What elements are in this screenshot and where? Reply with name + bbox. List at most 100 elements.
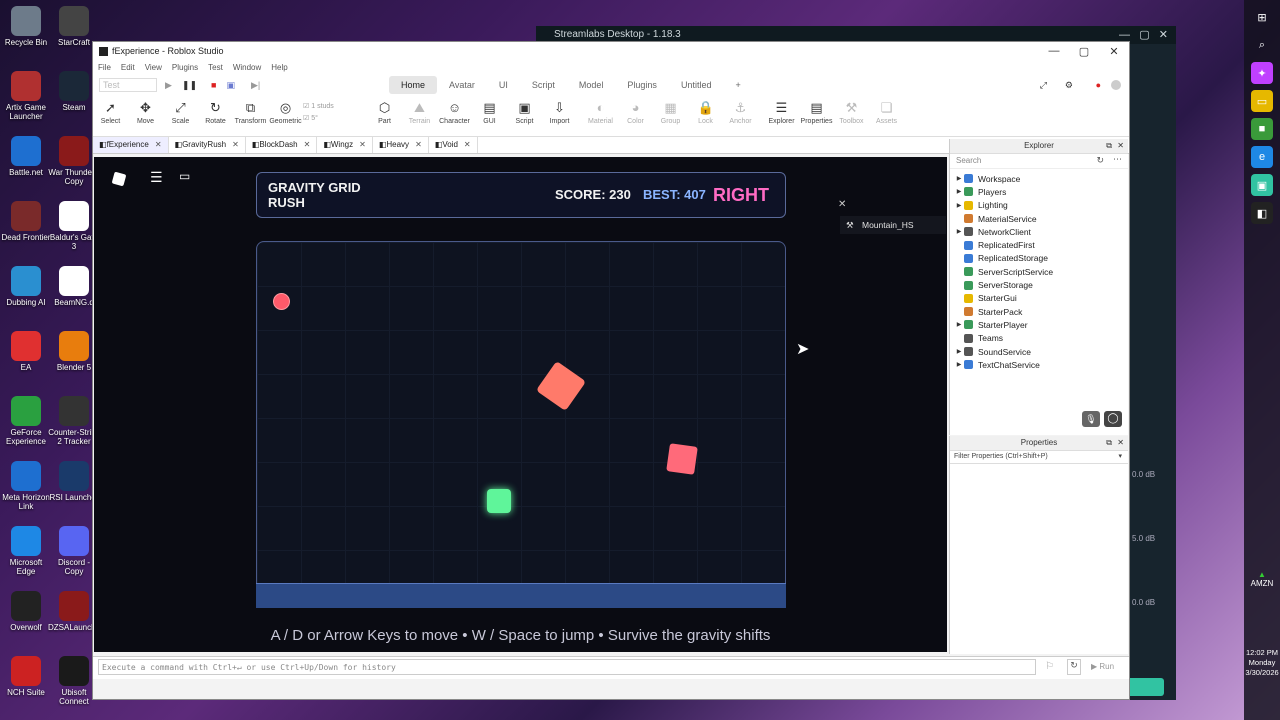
ribbon-color-button[interactable]: ◕ Color — [618, 100, 653, 125]
step-icon[interactable]: ▶| — [251, 80, 260, 91]
explorer-item-materialservice[interactable]: MaterialService — [954, 212, 1128, 225]
menu-file[interactable]: File — [98, 63, 111, 72]
copilot-icon[interactable]: ✦ — [1251, 62, 1273, 84]
minimize-button[interactable]: — — [1039, 45, 1069, 58]
ribbon-anchor-button[interactable]: ⚓ Anchor — [723, 100, 758, 125]
desktop-icon-recycle-bin[interactable]: Recycle Bin — [0, 6, 52, 47]
ribbon-explorer-button[interactable]: ☰ Explorer — [764, 100, 799, 125]
streamlabs-taskbar-icon[interactable]: ▣ — [1251, 174, 1273, 196]
tab-close-icon[interactable]: ✕ — [415, 137, 422, 153]
tab-close-icon[interactable]: ✕ — [304, 137, 311, 153]
explorer-item-textchatservice[interactable]: ▶ TextChatService — [954, 358, 1128, 371]
expand-arrow-icon[interactable]: ▶ — [954, 188, 964, 195]
properties-filter-input[interactable]: Filter Properties (Ctrl+Shift+P) — [954, 453, 1048, 460]
ribbon-select-button[interactable]: ➚ Select — [93, 100, 128, 125]
chat-icon[interactable]: ▭ — [179, 169, 190, 183]
notification-icon[interactable]: ● — [1096, 80, 1101, 90]
menu-edit[interactable]: Edit — [121, 63, 135, 72]
search-icon[interactable]: ⌕ — [1251, 34, 1273, 56]
pause-icon[interactable]: ❚❚ — [182, 80, 197, 91]
doc-tab-wingz[interactable]: ◧ Wingz ✕ — [317, 137, 373, 153]
play-icon[interactable]: ▶ — [165, 80, 172, 91]
tab-close-icon[interactable]: ✕ — [232, 137, 239, 153]
explorer-item-serverstorage[interactable]: ServerStorage — [954, 278, 1128, 291]
more-icon[interactable]: ⋯ — [1113, 154, 1122, 165]
menu-view[interactable]: View — [145, 63, 162, 72]
ribbon-move-button[interactable]: ✥ Move — [128, 100, 163, 125]
explorer-item-starterpack[interactable]: StarterPack — [954, 305, 1128, 318]
expand-arrow-icon[interactable]: ▶ — [954, 361, 964, 368]
tab-home[interactable]: Home — [389, 76, 438, 94]
doc-tab-void[interactable]: ◧ Void ✕ — [429, 137, 478, 153]
doc-tab-blockdash[interactable]: ◧ BlockDash ✕ — [246, 137, 318, 153]
explorer-item-replicatedstorage[interactable]: ReplicatedStorage — [954, 252, 1128, 265]
rotate-step-value[interactable]: 5° — [311, 115, 318, 122]
menu-window[interactable]: Window — [233, 63, 261, 72]
command-input[interactable]: Execute a command with Ctrl+↵ or use Ctr… — [98, 659, 1036, 675]
explorer-search[interactable]: Search ↻ ⋯ — [950, 154, 1128, 169]
microphone-icon[interactable]: 🎙 — [1082, 411, 1100, 427]
ribbon-properties-button[interactable]: ▤ Properties — [799, 100, 834, 125]
maximize-button[interactable]: ▢ — [1069, 45, 1099, 58]
studs-value[interactable]: 1 studs — [311, 103, 334, 110]
hamburger-menu-icon[interactable]: ☰ — [150, 169, 163, 186]
desktop-icon-dubbing-ai[interactable]: Dubbing AI — [0, 266, 52, 307]
voice-settings-icon[interactable]: ◯ — [1104, 411, 1122, 427]
stock-widget[interactable]: ▲ AMZN — [1244, 570, 1280, 588]
desktop-icon-geforce-experience[interactable]: GeForce Experience — [0, 396, 52, 446]
ribbon-geometric-button[interactable]: ◎ Geometric — [268, 100, 303, 125]
ribbon-scale-button[interactable]: ⤢ Scale — [163, 100, 198, 125]
menu-plugins[interactable]: Plugins — [172, 63, 198, 72]
roblox-menu-icon[interactable] — [111, 171, 127, 187]
explorer-item-lighting[interactable]: ▶ Lighting — [954, 199, 1128, 212]
game-viewport[interactable]: ☰ ▭ GRAVITY GRID RUSH SCORE: 230 BEST: 4… — [94, 157, 947, 652]
explorer-popout-icon[interactable]: ⧉ — [1106, 139, 1112, 153]
explorer-item-starterplayer[interactable]: ▶ StarterPlayer — [954, 318, 1128, 331]
mode-select[interactable]: Test — [99, 78, 157, 92]
player-list-close-icon[interactable]: ✕ — [838, 199, 846, 210]
desktop-icon-microsoft-edge[interactable]: Microsoft Edge — [0, 526, 52, 576]
expand-arrow-icon[interactable]: ▶ — [954, 202, 964, 209]
roblox-studio-taskbar-icon[interactable]: ◧ — [1251, 202, 1273, 224]
menu-test[interactable]: Test — [208, 63, 223, 72]
client-server-icon[interactable]: ▣ — [226, 80, 235, 91]
properties-popout-icon[interactable]: ⧉ — [1106, 436, 1112, 450]
tab-close-icon[interactable]: ✕ — [359, 137, 366, 153]
tab-[interactable]: + — [723, 76, 752, 94]
file-explorer-icon[interactable]: ▭ — [1251, 90, 1273, 112]
desktop-icon-dead-frontier[interactable]: Dead Frontier — [0, 201, 52, 242]
run-button[interactable]: ▶ Run — [1091, 662, 1114, 671]
close-button[interactable]: ✕ — [1099, 45, 1129, 58]
doc-tab-heavy[interactable]: ◧ Heavy ✕ — [373, 137, 429, 153]
edge-icon[interactable]: e — [1251, 146, 1273, 168]
ribbon-rotate-button[interactable]: ↻ Rotate — [198, 100, 233, 125]
bookmark-icon[interactable]: ⚐ — [1045, 661, 1054, 672]
ribbon-gui-button[interactable]: ▤ GUI — [472, 100, 507, 125]
ribbon-material-button[interactable]: ◐ Material — [583, 100, 618, 125]
desktop-icon-meta-horizon-link[interactable]: Meta Horizon Link — [0, 461, 52, 511]
history-icon[interactable]: ↻ — [1096, 155, 1104, 166]
windows-start-icon[interactable]: ⊞ — [1251, 6, 1273, 28]
desktop-icon-artix-game-launcher[interactable]: Artix Game Launcher — [0, 71, 52, 121]
explorer-item-players[interactable]: ▶ Players — [954, 185, 1128, 198]
ribbon-group-button[interactable]: ▦ Group — [653, 100, 688, 125]
tab-close-icon[interactable]: ✕ — [155, 137, 162, 153]
expand-arrow-icon[interactable]: ▶ — [954, 348, 964, 355]
collaborate-icon[interactable]: ⚙ — [1065, 80, 1073, 91]
desktop-icon-overwolf[interactable]: Overwolf — [0, 591, 52, 632]
avatar[interactable] — [1111, 80, 1121, 90]
tab-plugins[interactable]: Plugins — [615, 76, 669, 94]
doc-tab-fexperience[interactable]: ◧ fExperience ✕ — [93, 137, 169, 153]
explorer-item-replicatedfirst[interactable]: ReplicatedFirst — [954, 238, 1128, 251]
player-list-entry[interactable]: ⚒ Mountain_HS — [840, 216, 946, 234]
expand-arrow-icon[interactable]: ▶ — [954, 321, 964, 328]
menu-help[interactable]: Help — [271, 63, 287, 72]
desktop-icon-nch-suite[interactable]: NCH Suite — [0, 656, 52, 697]
chevron-down-icon[interactable]: ▾ — [1118, 451, 1122, 463]
explorer-item-soundservice[interactable]: ▶ SoundService — [954, 345, 1128, 358]
explorer-item-workspace[interactable]: ▶ Workspace — [954, 172, 1128, 185]
command-history-icon[interactable]: ↻ — [1067, 659, 1081, 675]
doc-tab-gravityrush[interactable]: ◧ GravityRush ✕ — [169, 137, 246, 153]
explorer-item-serverscriptservice[interactable]: ServerScriptService — [954, 265, 1128, 278]
minecraft-icon[interactable]: ■ — [1251, 118, 1273, 140]
